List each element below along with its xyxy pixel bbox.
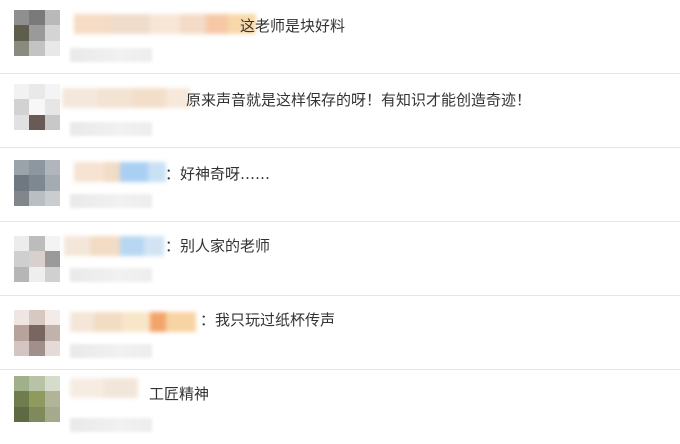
comment-meta-blurred <box>70 344 152 358</box>
username-blurred[interactable] <box>64 236 164 256</box>
comment-item: ：好神奇呀…… <box>0 148 680 222</box>
comment-meta-blurred <box>70 418 152 432</box>
comment-item: 原来声音就是这样保存的呀！有知识才能创造奇迹！ <box>0 74 680 148</box>
avatar[interactable] <box>14 160 60 206</box>
comment-meta-blurred <box>70 122 152 136</box>
username-blurred[interactable] <box>74 162 166 182</box>
comment-item: 工匠精神 <box>0 370 680 444</box>
username-blurred[interactable] <box>74 14 256 34</box>
avatar[interactable] <box>14 310 60 356</box>
avatar[interactable] <box>14 376 60 422</box>
comment-meta-blurred <box>70 194 152 208</box>
comment-text: 工匠精神 <box>149 385 210 403</box>
comment-meta-blurred <box>70 48 152 62</box>
comment-meta-blurred <box>70 268 152 282</box>
avatar[interactable] <box>14 84 60 130</box>
comment-text: 这老师是块好料 <box>240 17 346 35</box>
comment-text: 原来声音就是这样保存的呀！有知识才能创造奇迹！ <box>186 91 532 109</box>
comment-text: ：别人家的老师 <box>165 237 271 255</box>
username-blurred[interactable] <box>70 312 196 332</box>
username-blurred[interactable] <box>62 88 190 108</box>
comment-item: ：我只玩过纸杯传声 <box>0 296 680 370</box>
comment-item: ：别人家的老师 <box>0 222 680 296</box>
avatar[interactable] <box>14 236 60 282</box>
comment-text: ：我只玩过纸杯传声 <box>200 311 336 329</box>
avatar[interactable] <box>14 10 60 56</box>
comment-item: 这老师是块好料 <box>0 0 680 74</box>
comment-text: ：好神奇呀…… <box>165 165 271 183</box>
username-blurred[interactable] <box>70 378 138 398</box>
